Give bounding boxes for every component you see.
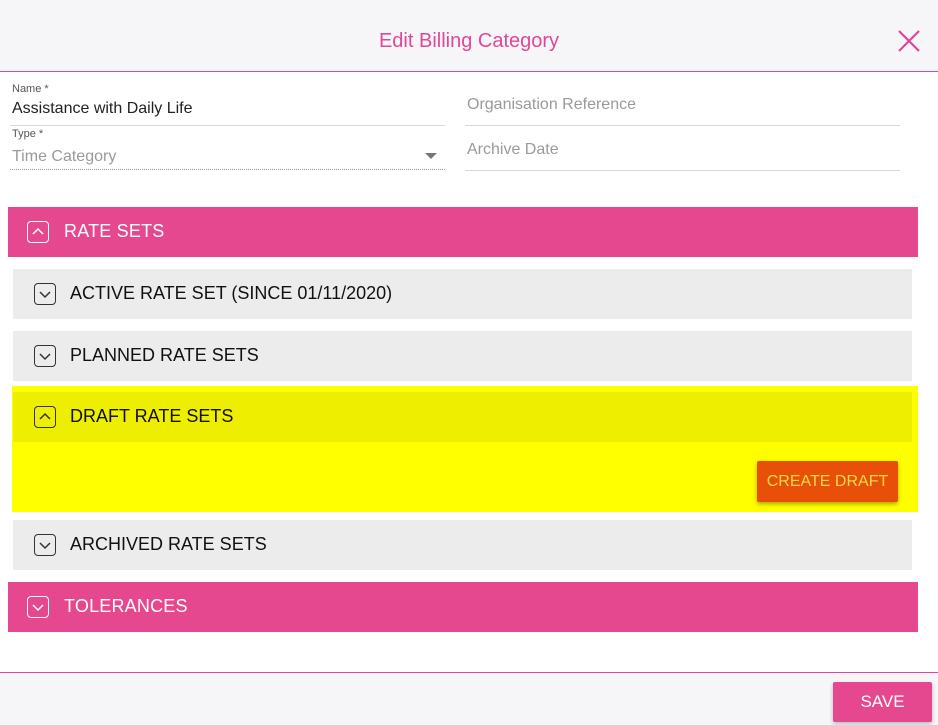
name-label: Name *: [12, 83, 49, 95]
tolerances-section-header[interactable]: TOLERANCES: [8, 582, 918, 632]
draft-rate-sets-panel: DRAFT RATE SETS CREATE DRAFT: [12, 386, 918, 512]
dialog-header: Edit Billing Category: [0, 0, 938, 72]
organisation-reference-placeholder: Organisation Reference: [467, 96, 636, 113]
active-rate-set-label: ACTIVE RATE SET (SINCE 01/11/2020): [70, 283, 393, 303]
chevron-down-icon[interactable]: [27, 596, 49, 618]
save-button[interactable]: SAVE: [833, 682, 932, 722]
chevron-down-icon[interactable]: [34, 283, 56, 305]
chevron-down-icon: [425, 153, 437, 159]
archived-rate-sets-header[interactable]: ARCHIVED RATE SETS: [13, 520, 912, 570]
archived-rate-sets-label: ARCHIVED RATE SETS: [70, 534, 267, 554]
create-draft-button[interactable]: CREATE DRAFT: [757, 461, 898, 502]
dialog-footer: SAVE: [0, 672, 938, 725]
close-icon[interactable]: [896, 28, 922, 54]
dialog-title: Edit Billing Category: [378, 30, 560, 52]
chevron-up-icon[interactable]: [27, 221, 49, 243]
chevron-up-icon[interactable]: [34, 406, 56, 428]
planned-rate-sets-label: PLANNED RATE SETS: [70, 345, 259, 365]
organisation-reference-field[interactable]: Organisation Reference: [465, 82, 900, 126]
rate-sets-label: RATE SETS: [64, 221, 165, 241]
archive-date-field[interactable]: Archive Date: [465, 127, 900, 171]
draft-rate-sets-label: DRAFT RATE SETS: [70, 406, 234, 426]
name-field[interactable]: Name * Assistance with Daily Life: [10, 82, 445, 126]
rate-sets-section-header[interactable]: RATE SETS: [8, 207, 918, 257]
type-value: Time Category: [12, 148, 117, 165]
tolerances-label: TOLERANCES: [64, 596, 188, 616]
type-label: Type *: [12, 128, 44, 140]
archive-date-placeholder: Archive Date: [467, 141, 559, 158]
draft-rate-sets-header[interactable]: DRAFT RATE SETS: [13, 392, 912, 442]
chevron-down-icon[interactable]: [34, 345, 56, 367]
chevron-down-icon[interactable]: [34, 534, 56, 556]
active-rate-set-header[interactable]: ACTIVE RATE SET (SINCE 01/11/2020): [13, 269, 912, 319]
name-value: Assistance with Daily Life: [12, 100, 193, 117]
planned-rate-sets-header[interactable]: PLANNED RATE SETS: [13, 331, 912, 381]
type-select[interactable]: Type * Time Category: [10, 127, 445, 170]
